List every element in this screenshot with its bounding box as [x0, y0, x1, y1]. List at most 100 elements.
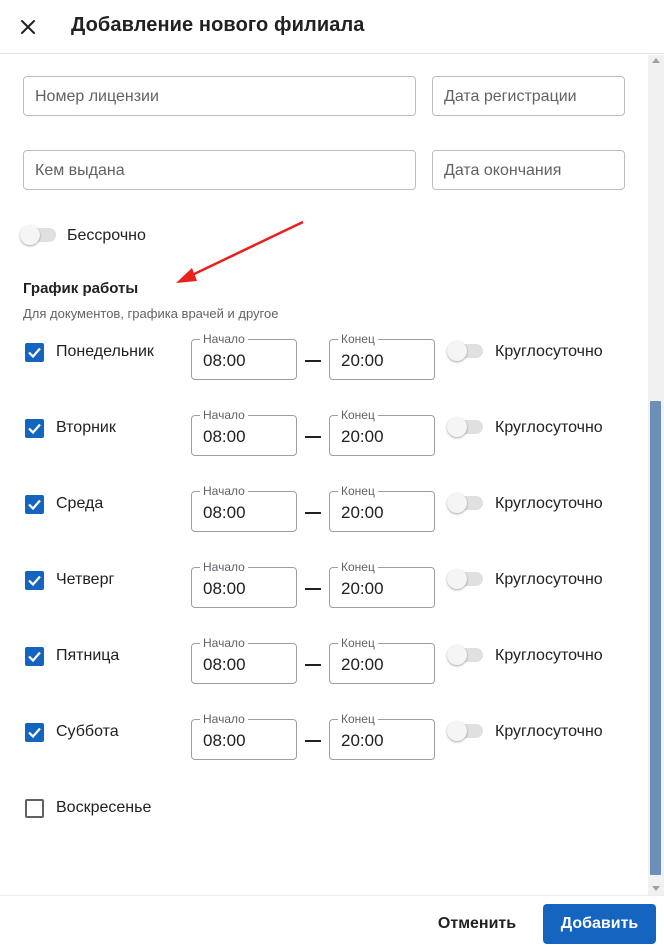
around-clock-toggle[interactable]	[447, 645, 483, 665]
day-row-tuesday: Вторник Начало 08:00 Конец 20:00 Круглос…	[0, 409, 648, 456]
end-time-input[interactable]: Конец 20:00	[329, 409, 435, 456]
end-date-placeholder: Дата окончания	[444, 162, 562, 179]
start-time-legend: Начало	[200, 713, 248, 725]
scroll-down-arrow-icon[interactable]	[652, 886, 660, 891]
toggle-thumb	[447, 341, 467, 361]
toggle-thumb	[447, 493, 467, 513]
start-time-value: 08:00	[203, 503, 246, 522]
time-range-dash	[305, 436, 321, 438]
around-clock-toggle[interactable]	[447, 721, 483, 741]
end-time-legend: Конец	[338, 713, 378, 725]
start-time-input[interactable]: Начало 08:00	[191, 713, 297, 760]
end-time-value: 20:00	[341, 579, 384, 598]
start-time-value: 08:00	[203, 351, 246, 370]
day-row-thursday: Четверг Начало 08:00 Конец 20:00 Круглос…	[0, 561, 648, 608]
unlimited-label: Бессрочно	[67, 227, 146, 244]
end-time-value: 20:00	[341, 427, 384, 446]
end-time-input[interactable]: Конец 20:00	[329, 485, 435, 532]
day-row-friday: Пятница Начало 08:00 Конец 20:00 Круглос…	[0, 637, 648, 684]
start-time-legend: Начало	[200, 485, 248, 497]
scrollbar-thumb[interactable]	[650, 401, 661, 875]
day-label: Пятница	[56, 647, 120, 664]
toggle-thumb	[447, 417, 467, 437]
around-clock-toggle[interactable]	[447, 417, 483, 437]
start-time-input[interactable]: Начало 08:00	[191, 409, 297, 456]
day-label: Четверг	[56, 571, 115, 588]
start-time-value: 08:00	[203, 579, 246, 598]
dialog-title: Добавление нового филиала	[71, 14, 365, 36]
end-time-value: 20:00	[341, 655, 384, 674]
dialog-content[interactable]: Номер лицензии Дата регистрации Кем выда…	[0, 55, 648, 895]
license-number-placeholder: Номер лицензии	[35, 88, 159, 105]
around-clock-toggle[interactable]	[447, 493, 483, 513]
day-checkbox[interactable]	[25, 495, 44, 514]
registration-date-field[interactable]: Дата регистрации	[432, 76, 625, 116]
end-time-legend: Конец	[338, 485, 378, 497]
issued-by-placeholder: Кем выдана	[35, 162, 125, 179]
end-time-input[interactable]: Конец 20:00	[329, 561, 435, 608]
issued-by-field[interactable]: Кем выдана	[23, 150, 416, 190]
license-number-field[interactable]: Номер лицензии	[23, 76, 416, 116]
toggle-thumb	[447, 721, 467, 741]
day-row-saturday: Суббота Начало 08:00 Конец 20:00 Круглос…	[0, 713, 648, 760]
check-icon	[28, 727, 41, 739]
end-time-value: 20:00	[341, 503, 384, 522]
scrollbar[interactable]	[648, 55, 664, 895]
check-icon	[28, 423, 41, 435]
add-button[interactable]: Добавить	[543, 904, 656, 944]
start-time-legend: Начало	[200, 637, 248, 649]
around-clock-label: Круглосуточно	[495, 495, 603, 512]
day-row-wednesday: Среда Начало 08:00 Конец 20:00 Круглосут…	[0, 485, 648, 532]
toggle-thumb	[447, 569, 467, 589]
end-time-value: 20:00	[341, 351, 384, 370]
day-label: Вторник	[56, 419, 116, 436]
start-time-value: 08:00	[203, 731, 246, 750]
start-time-input[interactable]: Начало 08:00	[191, 485, 297, 532]
around-clock-toggle[interactable]	[447, 341, 483, 361]
day-label: Понедельник	[56, 343, 154, 360]
end-time-legend: Конец	[338, 333, 378, 345]
check-icon	[28, 347, 41, 359]
day-checkbox[interactable]	[25, 799, 44, 818]
around-clock-label: Круглосуточно	[495, 343, 603, 360]
day-label: Суббота	[56, 723, 119, 740]
around-clock-toggle[interactable]	[447, 569, 483, 589]
end-time-legend: Конец	[338, 561, 378, 573]
end-time-input[interactable]: Конец 20:00	[329, 713, 435, 760]
schedule-subtitle: Для документов, графика врачей и другое	[23, 306, 279, 321]
time-range-dash	[305, 360, 321, 362]
start-time-input[interactable]: Начало 08:00	[191, 561, 297, 608]
end-time-legend: Конец	[338, 409, 378, 421]
close-button[interactable]	[14, 13, 42, 41]
check-icon	[28, 575, 41, 587]
start-time-legend: Начало	[200, 409, 248, 421]
day-checkbox[interactable]	[25, 419, 44, 438]
time-range-dash	[305, 740, 321, 742]
unlimited-toggle[interactable]	[20, 225, 56, 245]
day-checkbox[interactable]	[25, 343, 44, 362]
day-checkbox[interactable]	[25, 571, 44, 590]
day-row-sunday: Воскресенье	[0, 795, 648, 836]
dialog-footer: Отменить Добавить	[0, 895, 664, 951]
dialog-header: Добавление нового филиала	[0, 0, 664, 54]
cancel-button[interactable]: Отменить	[424, 905, 530, 943]
end-time-input[interactable]: Конец 20:00	[329, 333, 435, 380]
start-time-legend: Начало	[200, 561, 248, 573]
close-icon[interactable]	[20, 19, 36, 35]
end-time-value: 20:00	[341, 731, 384, 750]
day-label: Среда	[56, 495, 104, 512]
time-range-dash	[305, 588, 321, 590]
start-time-value: 08:00	[203, 655, 246, 674]
toggle-thumb	[447, 645, 467, 665]
start-time-input[interactable]: Начало 08:00	[191, 333, 297, 380]
end-time-legend: Конец	[338, 637, 378, 649]
day-checkbox[interactable]	[25, 723, 44, 742]
start-time-value: 08:00	[203, 427, 246, 446]
end-date-field[interactable]: Дата окончания	[432, 150, 625, 190]
end-time-input[interactable]: Конец 20:00	[329, 637, 435, 684]
around-clock-label: Круглосуточно	[495, 419, 603, 436]
start-time-input[interactable]: Начало 08:00	[191, 637, 297, 684]
check-icon	[28, 499, 41, 511]
day-checkbox[interactable]	[25, 647, 44, 666]
scroll-up-arrow-icon[interactable]	[652, 58, 660, 63]
